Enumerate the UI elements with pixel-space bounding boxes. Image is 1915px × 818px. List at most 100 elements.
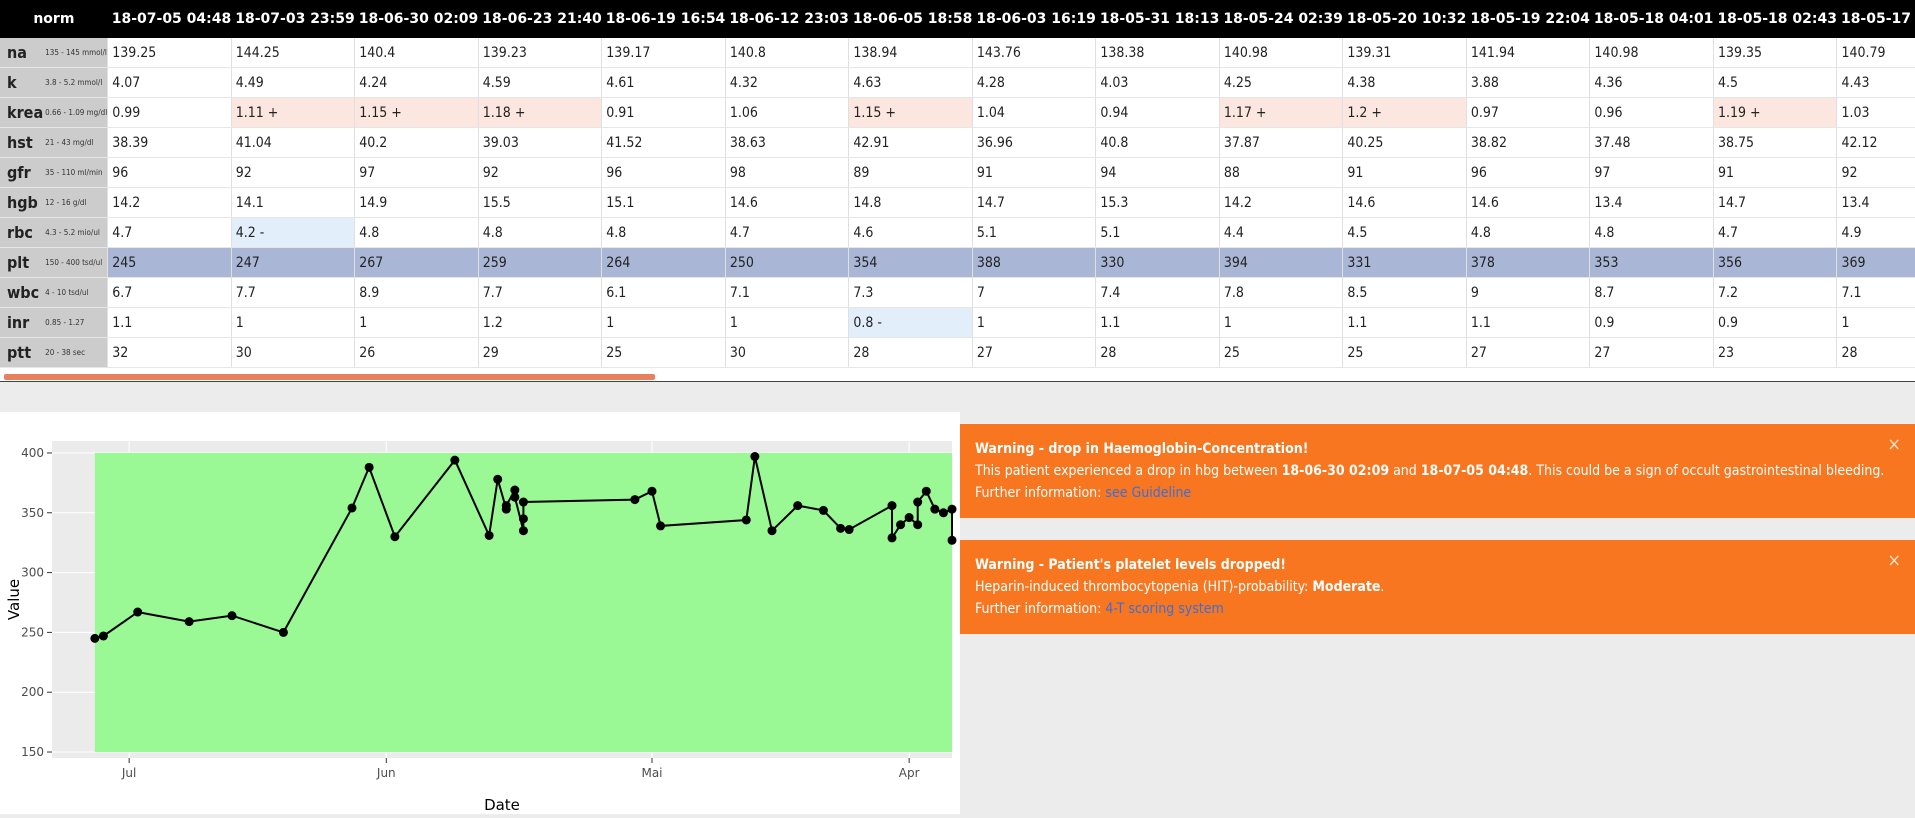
lab-value-cell[interactable]: 4.25 (1219, 67, 1344, 98)
table-row-inr[interactable]: inr 0.85 - 1.27 1.1 1 1 1.2 1 1 0.8 -1 1.1 1 1.1 1.1… (0, 307, 1915, 338)
lab-value-cell[interactable]: 7.4 (1095, 277, 1220, 308)
lab-value-cell[interactable]: 4.28 (972, 67, 1097, 98)
lab-value-cell[interactable]: 42.12 (1836, 127, 1915, 158)
lab-value-cell[interactable]: 1.06 (725, 97, 850, 128)
lab-value-cell[interactable]: 0.8 - (848, 307, 973, 338)
lab-value-cell[interactable]: 388 (972, 247, 1097, 278)
lab-value-cell[interactable]: 1.11 + (231, 97, 356, 128)
lab-value-cell[interactable]: 7.1 (1836, 277, 1915, 308)
table-row-rbc[interactable]: rbc 4.3 - 5.2 mio/ul 4.7 4.2 -4.8 4.8 4.8 4.7 4… (0, 217, 1915, 248)
lab-value-cell[interactable]: 5.1 (1095, 217, 1220, 248)
lab-value-cell[interactable]: 4.24 (354, 67, 479, 98)
lab-value-cell[interactable]: 4.8 (601, 217, 726, 248)
table-row-na[interactable]: na 135 - 145 mmol/l 139.25 144.25 140.4 139.2… (0, 38, 1915, 68)
lab-value-cell[interactable]: 1.17 + (1219, 97, 1344, 128)
date-column-header[interactable]: 18-05-18 02:43 (1713, 0, 1837, 38)
table-row-hst[interactable]: hst 21 - 43 mg/dl 38.39 41.04 40.2 39.03 41.52… (0, 127, 1915, 158)
lab-value-cell[interactable]: 4.8 (354, 217, 479, 248)
lab-value-cell[interactable]: 14.1 (231, 187, 356, 218)
lab-value-cell[interactable]: 0.97 (1466, 97, 1591, 128)
date-column-header[interactable]: 18-07-05 04:48 (107, 0, 232, 38)
lab-value-cell[interactable]: 139.23 (478, 38, 603, 68)
lab-value-cell[interactable]: 30 (725, 337, 850, 368)
lab-value-cell[interactable]: 1.03 (1836, 97, 1915, 128)
lab-value-cell[interactable]: 139.31 (1342, 38, 1467, 68)
lab-value-cell[interactable]: 4.61 (601, 67, 726, 98)
lab-value-cell[interactable]: 139.35 (1713, 38, 1838, 68)
lab-value-cell[interactable]: 0.9 (1713, 307, 1838, 338)
lab-value-cell[interactable]: 42.91 (848, 127, 973, 158)
lab-value-cell[interactable]: 140.98 (1219, 38, 1344, 68)
lab-value-cell[interactable]: 0.96 (1589, 97, 1714, 128)
lab-value-cell[interactable]: 88 (1219, 157, 1344, 188)
lab-value-cell[interactable]: 353 (1589, 247, 1714, 278)
scrollbar-thumb[interactable] (4, 374, 655, 380)
lab-value-cell[interactable]: 1.1 (1342, 307, 1467, 338)
lab-value-cell[interactable]: 27 (1589, 337, 1714, 368)
lab-value-cell[interactable]: 27 (972, 337, 1097, 368)
lab-value-cell[interactable]: 4.49 (231, 67, 356, 98)
lab-value-cell[interactable]: 264 (601, 247, 726, 278)
lab-value-cell[interactable]: 92 (1836, 157, 1915, 188)
lab-value-cell[interactable]: 4.59 (478, 67, 603, 98)
lab-value-cell[interactable]: 4.8 (1589, 217, 1714, 248)
date-column-header[interactable]: 18-07-03 23:59 (231, 0, 355, 38)
lab-value-cell[interactable]: 36.96 (972, 127, 1097, 158)
lab-value-cell[interactable]: 28 (1836, 337, 1915, 368)
lab-value-cell[interactable]: 38.75 (1713, 127, 1838, 158)
lab-value-cell[interactable]: 8.7 (1589, 277, 1714, 308)
lab-value-cell[interactable]: 14.2 (1219, 187, 1344, 218)
lab-values-table-container[interactable]: norm 18-07-05 04:48 18-07-03 23:59 18-06-30… (0, 0, 1915, 382)
lab-value-cell[interactable]: 91 (1713, 157, 1838, 188)
lab-value-cell[interactable]: 4.63 (848, 67, 973, 98)
date-column-header[interactable]: 18-05-18 04:01 (1589, 0, 1714, 38)
date-column-header[interactable]: 18-06-12 23:03 (725, 0, 849, 38)
lab-value-cell[interactable]: 1.2 (478, 307, 603, 338)
lab-value-cell[interactable]: 394 (1219, 247, 1344, 278)
lab-value-cell[interactable]: 40.2 (354, 127, 479, 158)
lab-value-cell[interactable]: 250 (725, 247, 850, 278)
lab-value-cell[interactable]: 38.63 (725, 127, 850, 158)
lab-value-cell[interactable]: 1.15 + (354, 97, 479, 128)
lab-value-cell[interactable]: 4.5 (1713, 67, 1838, 98)
lab-value-cell[interactable]: 1 (972, 307, 1097, 338)
lab-value-cell[interactable]: 96 (107, 157, 232, 188)
lab-value-cell[interactable]: 0.91 (601, 97, 726, 128)
date-column-header[interactable]: 18-05-20 10:32 (1342, 0, 1467, 38)
lab-value-cell[interactable]: 7.2 (1713, 277, 1838, 308)
table-row-hgb[interactable]: hgb 12 - 16 g/dl 14.2 14.1 14.9 15.5 15.1 14.6 1… (0, 187, 1915, 218)
lab-value-cell[interactable]: 4.2 - (231, 217, 356, 248)
lab-value-cell[interactable]: 7 (972, 277, 1097, 308)
lab-value-cell[interactable]: 267 (354, 247, 479, 278)
lab-value-cell[interactable]: 4.07 (107, 67, 232, 98)
lab-value-cell[interactable]: 25 (1219, 337, 1344, 368)
lab-value-cell[interactable]: 37.87 (1219, 127, 1344, 158)
lab-value-cell[interactable]: 1.18 + (478, 97, 603, 128)
lab-value-cell[interactable]: 28 (848, 337, 973, 368)
date-column-header[interactable]: 18-06-05 18:58 (848, 0, 973, 38)
lab-value-cell[interactable]: 92 (231, 157, 356, 188)
lab-value-cell[interactable]: 8.9 (354, 277, 479, 308)
lab-value-cell[interactable]: 0.99 (107, 97, 232, 128)
lab-value-cell[interactable]: 4.03 (1095, 67, 1220, 98)
lab-value-cell[interactable]: 4.32 (725, 67, 850, 98)
lab-value-cell[interactable]: 37.48 (1589, 127, 1714, 158)
lab-value-cell[interactable]: 0.9 (1589, 307, 1714, 338)
lab-value-cell[interactable]: 9 (1466, 277, 1591, 308)
lab-value-cell[interactable]: 143.76 (972, 38, 1097, 68)
lab-value-cell[interactable]: 354 (848, 247, 973, 278)
lab-value-cell[interactable]: 23 (1713, 337, 1838, 368)
lab-value-cell[interactable]: 30 (231, 337, 356, 368)
lab-value-cell[interactable]: 1 (354, 307, 479, 338)
table-row-plt[interactable]: plt 150 - 400 tsd/ul 245 247 267 259 264 250 354… (0, 247, 1915, 278)
lab-value-cell[interactable]: 330 (1095, 247, 1220, 278)
lab-value-cell[interactable]: 1 (601, 307, 726, 338)
lab-value-cell[interactable]: 25 (601, 337, 726, 368)
scoring-system-link[interactable]: 4-T scoring system (1105, 601, 1223, 617)
date-column-header[interactable]: 18-05-24 02:39 (1219, 0, 1343, 38)
lab-value-cell[interactable]: 3.88 (1466, 67, 1591, 98)
lab-value-cell[interactable]: 4.9 (1836, 217, 1915, 248)
lab-value-cell[interactable]: 140.79 (1836, 38, 1915, 68)
lab-value-cell[interactable]: 369 (1836, 247, 1915, 278)
lab-value-cell[interactable]: 7.8 (1219, 277, 1344, 308)
